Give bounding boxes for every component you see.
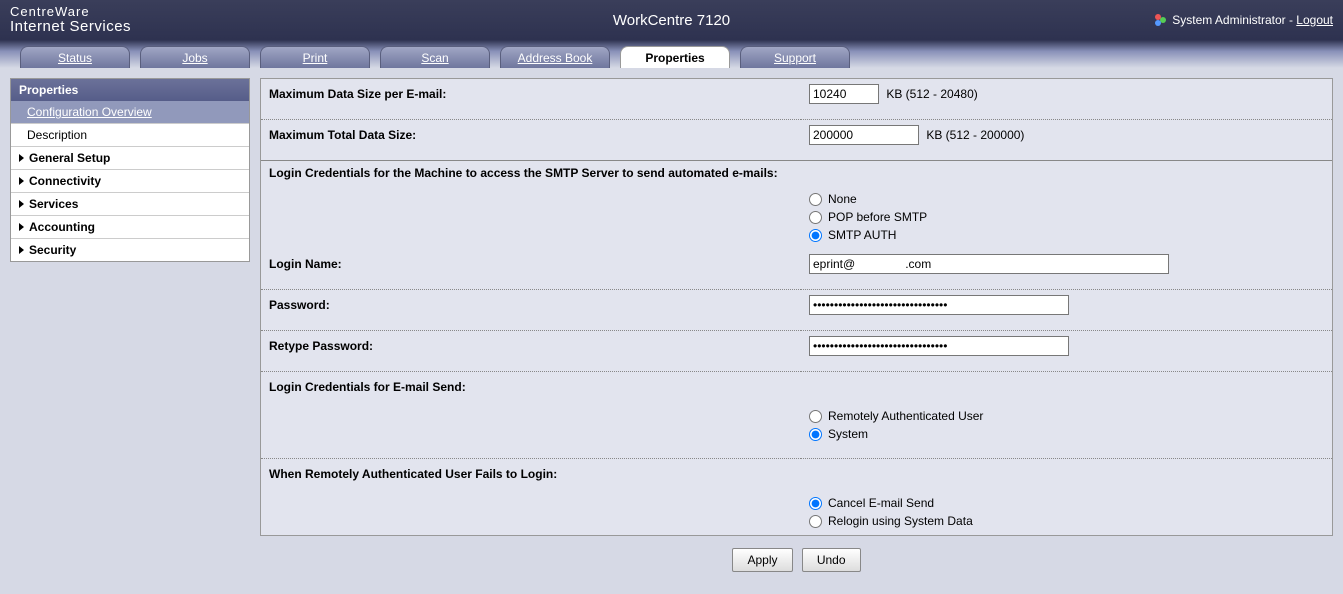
content-panel: Maximum Data Size per E-mail: KB (512 - … [260, 78, 1333, 536]
fail-section-title: When Remotely Authenticated User Fails t… [261, 459, 1332, 490]
tab-properties[interactable]: Properties [620, 46, 730, 68]
triangle-icon [19, 177, 24, 185]
brand-block: CentreWare Internet Services [10, 5, 131, 36]
max-total-suffix: KB (512 - 200000) [926, 128, 1024, 142]
sidebar-description[interactable]: Description [11, 123, 249, 146]
retype-password-label: Retype Password: [261, 331, 801, 362]
send-remote-radio[interactable] [809, 410, 822, 423]
user-block: System Administrator - Logout [1152, 12, 1333, 28]
tab-print[interactable]: Print [260, 46, 370, 68]
sidebar-security[interactable]: Security [11, 238, 249, 261]
fail-relogin-radio[interactable] [809, 515, 822, 528]
fail-cancel-label: Cancel E-mail Send [828, 496, 934, 510]
cred-none-label: None [828, 192, 857, 206]
sidebar-connectivity[interactable]: Connectivity [11, 169, 249, 192]
logout-link[interactable]: Logout [1296, 13, 1333, 27]
send-remote-label: Remotely Authenticated User [828, 409, 983, 423]
user-role: System Administrator [1172, 13, 1285, 27]
undo-button[interactable]: Undo [802, 548, 861, 572]
cred-pop-radio[interactable] [809, 211, 822, 224]
fail-relogin-label: Relogin using System Data [828, 514, 973, 528]
send-system-radio[interactable] [809, 428, 822, 441]
retype-password-input[interactable] [809, 336, 1069, 356]
fail-cancel-radio[interactable] [809, 497, 822, 510]
password-input[interactable] [809, 295, 1069, 315]
password-label: Password: [261, 290, 801, 321]
apply-button[interactable]: Apply [732, 548, 792, 572]
brand-line2: Internet Services [10, 19, 131, 36]
send-section-title: Login Credentials for E-mail Send: [261, 372, 1332, 403]
sidebar-services[interactable]: Services [11, 192, 249, 215]
tab-scan[interactable]: Scan [380, 46, 490, 68]
max-per-email-suffix: KB (512 - 20480) [886, 87, 977, 101]
cred-pop-label: POP before SMTP [828, 210, 927, 224]
brand-line1: CentreWare [10, 5, 131, 19]
settings-form: Maximum Data Size per E-mail: KB (512 - … [261, 79, 1332, 535]
send-system-label: System [828, 427, 868, 441]
max-per-email-label: Maximum Data Size per E-mail: [261, 79, 801, 109]
sidebar-general-setup[interactable]: General Setup [11, 146, 249, 169]
cred-smtp-radio[interactable] [809, 229, 822, 242]
top-bar: CentreWare Internet Services WorkCentre … [0, 0, 1343, 40]
max-total-label: Maximum Total Data Size: [261, 120, 801, 151]
button-row: Apply Undo [260, 536, 1333, 584]
tab-status[interactable]: Status [20, 46, 130, 68]
cred-none-radio[interactable] [809, 193, 822, 206]
content-column: Maximum Data Size per E-mail: KB (512 - … [260, 78, 1333, 584]
user-icon [1152, 12, 1168, 28]
product-title: WorkCentre 7120 [613, 12, 730, 29]
max-per-email-input[interactable] [809, 84, 879, 104]
tab-row: Status Jobs Print Scan Address Book Prop… [0, 40, 1343, 68]
sidebar: Properties Configuration Overview Descri… [10, 78, 250, 584]
cred-smtp-label: SMTP AUTH [828, 228, 896, 242]
tab-address-book[interactable]: Address Book [500, 46, 610, 68]
sidebar-header: Properties [11, 79, 249, 101]
sidebar-config-overview[interactable]: Configuration Overview [11, 101, 249, 123]
triangle-icon [19, 200, 24, 208]
sidebar-accounting[interactable]: Accounting [11, 215, 249, 238]
tab-jobs[interactable]: Jobs [140, 46, 250, 68]
triangle-icon [19, 223, 24, 231]
triangle-icon [19, 154, 24, 162]
max-total-input[interactable] [809, 125, 919, 145]
triangle-icon [19, 246, 24, 254]
tab-support[interactable]: Support [740, 46, 850, 68]
cred-section-title: Login Credentials for the Machine to acc… [261, 161, 1332, 186]
login-name-label: Login Name: [261, 249, 801, 279]
main-wrap: Properties Configuration Overview Descri… [0, 68, 1343, 594]
login-name-input[interactable] [809, 254, 1169, 274]
sidebar-panel: Properties Configuration Overview Descri… [10, 78, 250, 262]
